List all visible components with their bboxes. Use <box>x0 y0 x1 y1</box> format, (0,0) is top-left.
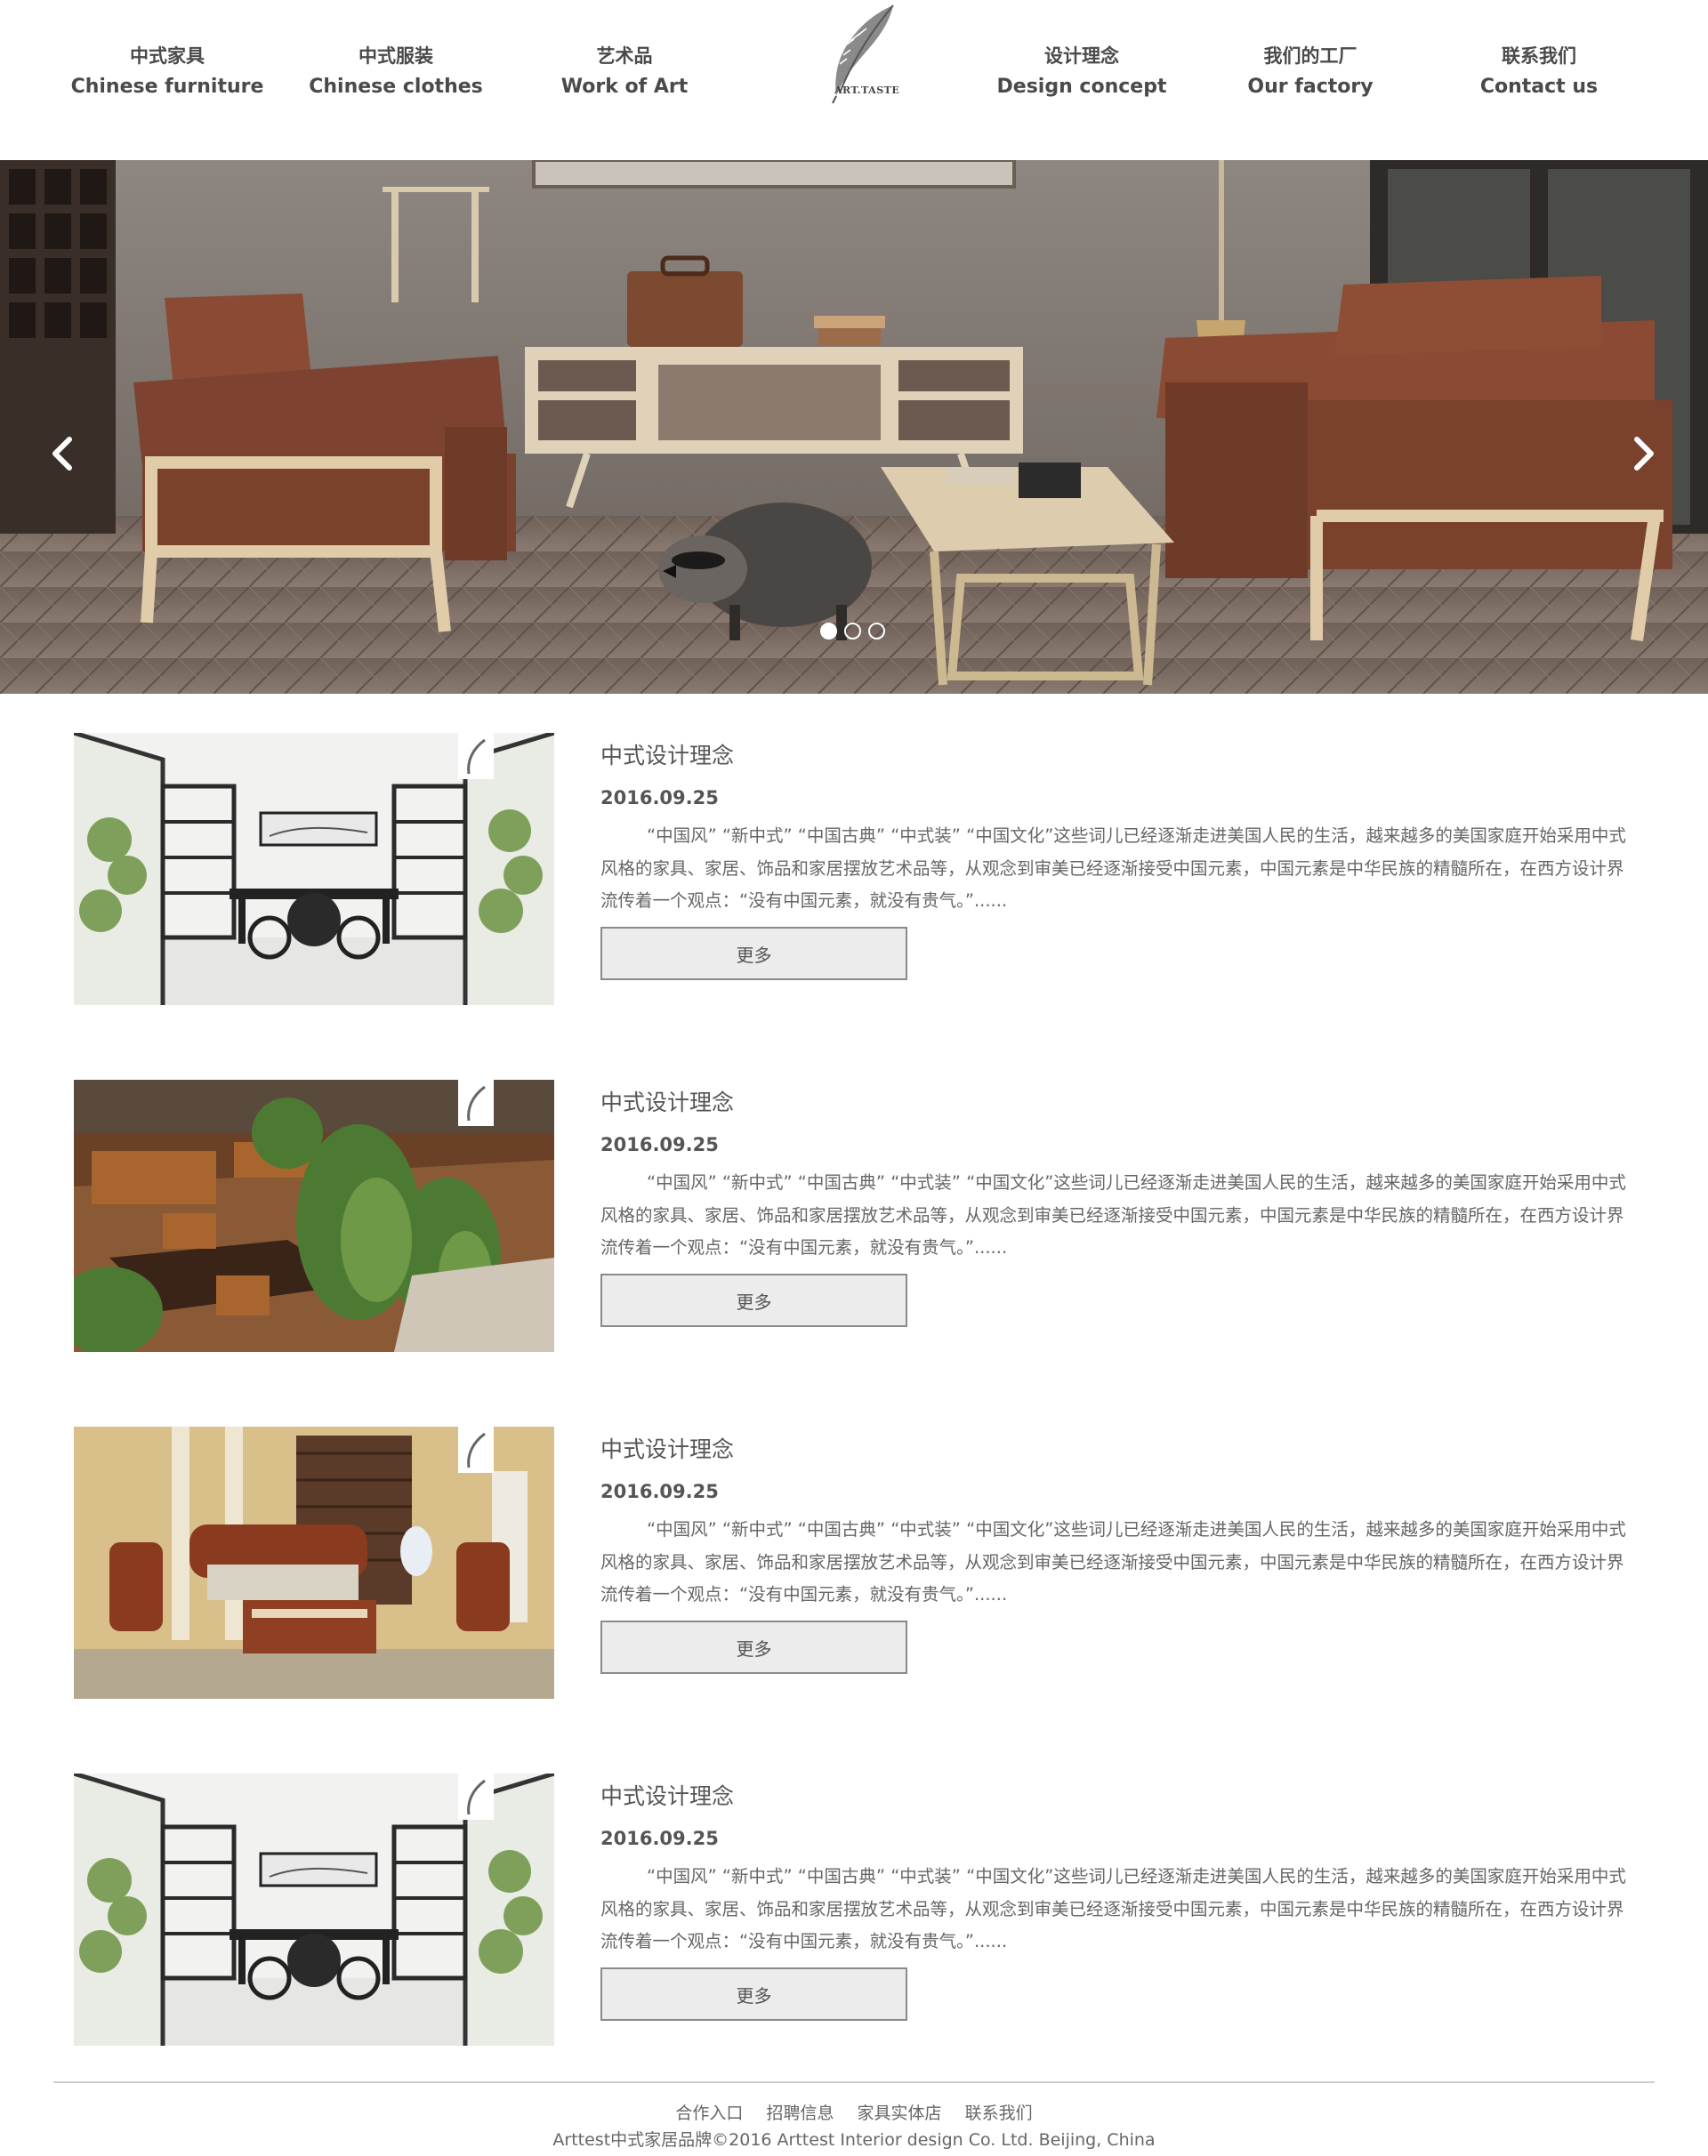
article-card: 中式设计理念 2016.09.25 “中国风” “新中式” “中国古典” “中式… <box>74 733 1640 1005</box>
article-title[interactable]: 中式设计理念 <box>600 1087 734 1119</box>
article-excerpt: “中国风” “新中式” “中国古典” “中式装” “中国文化”这些词儿已经逐渐走… <box>600 1519 1626 1605</box>
footer-links: 合作入口 招聘信息 家具实体店 联系我们 <box>0 2101 1708 2126</box>
nav-item-contact-us[interactable]: 联系我们 Contact us <box>1423 41 1655 103</box>
article-date: 2016.09.25 <box>600 787 719 808</box>
footer-link-cooperation[interactable]: 合作入口 <box>675 2104 743 2123</box>
site-header: 中式家具 Chinese furniture 中式服装 Chinese clot… <box>0 0 1708 160</box>
hero-image <box>0 160 1708 694</box>
nav-item-chinese-furniture[interactable]: 中式家具 Chinese furniture <box>52 41 283 103</box>
footer-link-jobs[interactable]: 招聘信息 <box>766 2104 834 2123</box>
article-card: 中式设计理念 2016.09.25 “中国风” “新中式” “中国古典” “中式… <box>74 1427 1640 1699</box>
nav-item-our-factory[interactable]: 我们的工厂 Our factory <box>1195 41 1426 103</box>
article-title[interactable]: 中式设计理念 <box>600 1781 734 1813</box>
article-date: 2016.09.25 <box>600 1481 719 1502</box>
footer-link-contact[interactable]: 联系我们 <box>965 2104 1033 2123</box>
article-excerpt: “中国风” “新中式” “中国古典” “中式装” “中国文化”这些词儿已经逐渐走… <box>600 1172 1626 1258</box>
article-card: 中式设计理念 2016.09.25 “中国风” “新中式” “中国古典” “中式… <box>74 1080 1640 1352</box>
nav-label-zh: 中式服装 <box>359 45 433 67</box>
nav-label-zh: 中式家具 <box>130 45 205 67</box>
carousel-dot-2[interactable] <box>844 623 861 640</box>
article-card: 中式设计理念 2016.09.25 “中国风” “新中式” “中国古典” “中式… <box>74 1774 1640 2046</box>
article-image-garden-room <box>74 1080 554 1352</box>
carousel-indicators <box>820 623 885 642</box>
nav-label-en: Contact us <box>1479 76 1599 98</box>
footer-divider <box>53 2081 1655 2083</box>
carousel-dot-3[interactable] <box>868 623 885 640</box>
article-date: 2016.09.25 <box>600 1828 719 1849</box>
article-thumbnail[interactable] <box>74 1774 554 2046</box>
article-thumbnail[interactable] <box>74 1080 554 1352</box>
more-button[interactable]: 更多 <box>600 927 907 980</box>
article-excerpt: “中国风” “新中式” “中国古典” “中式装” “中国文化”这些词儿已经逐渐走… <box>600 825 1626 911</box>
nav-item-chinese-clothes[interactable]: 中式服装 Chinese clothes <box>280 41 512 103</box>
logo-text: ART.TASTE <box>834 84 900 96</box>
nav-label-en: Design concept <box>996 76 1167 98</box>
nav-label-zh: 我们的工厂 <box>1263 45 1358 67</box>
footer-link-stores[interactable]: 家具实体店 <box>858 2104 942 2123</box>
nav-label-zh: 设计理念 <box>1044 45 1119 67</box>
nav-label-en: Chinese furniture <box>70 76 264 98</box>
nav-label-zh: 联系我们 <box>1502 45 1576 67</box>
article-title[interactable]: 中式设计理念 <box>600 1434 734 1466</box>
nav-label-en: Chinese clothes <box>309 76 483 98</box>
more-button[interactable]: 更多 <box>600 1967 907 2021</box>
nav-label-en: Our factory <box>1247 76 1374 98</box>
article-image-tea-room <box>74 1774 554 2046</box>
nav-item-design-concept[interactable]: 设计理念 Design concept <box>966 41 1197 103</box>
article-thumbnail[interactable] <box>74 1427 554 1699</box>
article-thumbnail[interactable] <box>74 733 554 1005</box>
article-image-living-room <box>74 1427 554 1699</box>
chevron-left-icon <box>52 437 72 471</box>
carousel-dot-1[interactable] <box>820 623 837 640</box>
footer-copyright: Arttest中式家居品牌©2016 Arttest Interior desi… <box>552 2130 1156 2150</box>
chevron-right-icon <box>1634 437 1654 471</box>
article-date: 2016.09.25 <box>600 1134 719 1155</box>
article-excerpt: “中国风” “新中式” “中国古典” “中式装” “中国文化”这些词儿已经逐渐走… <box>600 1866 1626 1951</box>
nav-label-zh: 艺术品 <box>596 45 653 67</box>
article-image-tea-room <box>74 733 554 1005</box>
carousel-next-button[interactable] <box>1615 427 1669 480</box>
article-title[interactable]: 中式设计理念 <box>600 740 734 772</box>
more-button[interactable]: 更多 <box>600 1274 907 1327</box>
carousel-prev-button[interactable] <box>37 427 91 480</box>
more-button[interactable]: 更多 <box>600 1621 907 1674</box>
nav-item-work-of-art[interactable]: 艺术品 Work of Art <box>509 41 740 103</box>
hero-carousel[interactable] <box>0 160 1708 694</box>
nav-label-en: Work of Art <box>560 76 689 98</box>
